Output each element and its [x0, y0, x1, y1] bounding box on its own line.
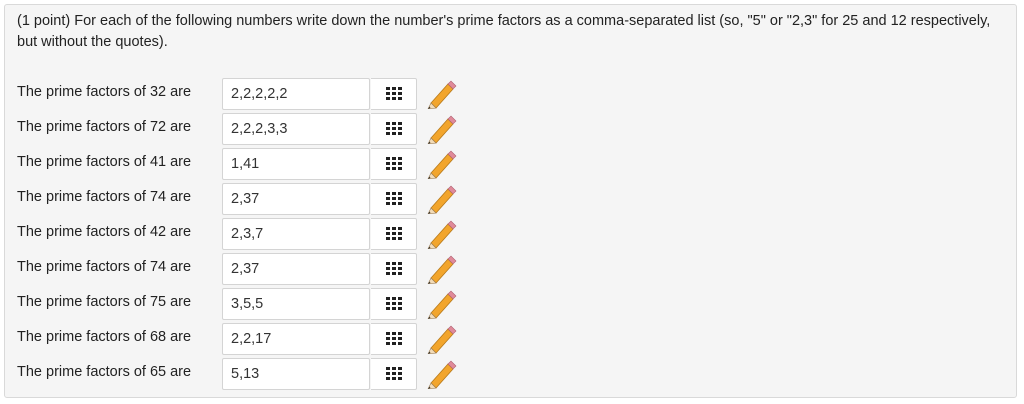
- answer-row-label: The prime factors of 41 are: [17, 154, 192, 170]
- grid-icon: [385, 367, 402, 380]
- grid-icon: [385, 157, 402, 170]
- answer-row: The prime factors of 75 are: [5, 287, 1016, 322]
- answer-input[interactable]: [222, 358, 370, 390]
- equation-palette-button[interactable]: [371, 113, 417, 145]
- answer-input[interactable]: [222, 113, 370, 145]
- answer-row: The prime factors of 32 are: [5, 77, 1016, 112]
- grid-icon: [385, 192, 402, 205]
- pencil-icon[interactable]: [423, 324, 457, 354]
- grid-icon: [385, 87, 402, 100]
- answer-input[interactable]: [222, 323, 370, 355]
- answer-input[interactable]: [222, 253, 370, 285]
- answer-row-label: The prime factors of 75 are: [17, 294, 192, 310]
- answer-row: The prime factors of 72 are: [5, 112, 1016, 147]
- equation-palette-button[interactable]: [371, 78, 417, 110]
- answer-row-label: The prime factors of 72 are: [17, 119, 192, 135]
- equation-palette-button[interactable]: [371, 253, 417, 285]
- answer-row-label: The prime factors of 68 are: [17, 329, 192, 345]
- answer-row-label: The prime factors of 74 are: [17, 189, 192, 205]
- equation-palette-button[interactable]: [371, 358, 417, 390]
- pencil-icon[interactable]: [423, 149, 457, 179]
- answer-input[interactable]: [222, 148, 370, 180]
- answer-row: The prime factors of 41 are: [5, 147, 1016, 182]
- problem-panel: (1 point) For each of the following numb…: [4, 4, 1017, 398]
- grid-icon: [385, 227, 402, 240]
- answer-row: The prime factors of 65 are: [5, 357, 1016, 392]
- answer-input[interactable]: [222, 78, 370, 110]
- pencil-icon[interactable]: [423, 359, 457, 389]
- answer-input[interactable]: [222, 218, 370, 250]
- answer-input[interactable]: [222, 288, 370, 320]
- pencil-icon[interactable]: [423, 219, 457, 249]
- answer-row-label: The prime factors of 32 are: [17, 84, 192, 100]
- answer-row-label: The prime factors of 42 are: [17, 224, 192, 240]
- answer-row-label: The prime factors of 65 are: [17, 364, 192, 380]
- answer-row: The prime factors of 74 are: [5, 252, 1016, 287]
- pencil-icon[interactable]: [423, 114, 457, 144]
- grid-icon: [385, 122, 402, 135]
- problem-statement: (1 point) For each of the following numb…: [17, 13, 991, 50]
- equation-palette-button[interactable]: [371, 218, 417, 250]
- grid-icon: [385, 332, 402, 345]
- pencil-icon[interactable]: [423, 184, 457, 214]
- answer-row: The prime factors of 68 are: [5, 322, 1016, 357]
- equation-palette-button[interactable]: [371, 288, 417, 320]
- answer-row-label: The prime factors of 74 are: [17, 259, 192, 275]
- equation-palette-button[interactable]: [371, 148, 417, 180]
- grid-icon: [385, 262, 402, 275]
- pencil-icon[interactable]: [423, 254, 457, 284]
- answer-row: The prime factors of 42 are: [5, 217, 1016, 252]
- answer-row: The prime factors of 74 are: [5, 182, 1016, 217]
- equation-palette-button[interactable]: [371, 323, 417, 355]
- grid-icon: [385, 297, 402, 310]
- answer-rows: The prime factors of 32 are The prime fa…: [5, 77, 1016, 392]
- pencil-icon[interactable]: [423, 289, 457, 319]
- answer-input[interactable]: [222, 183, 370, 215]
- equation-palette-button[interactable]: [371, 183, 417, 215]
- pencil-icon[interactable]: [423, 79, 457, 109]
